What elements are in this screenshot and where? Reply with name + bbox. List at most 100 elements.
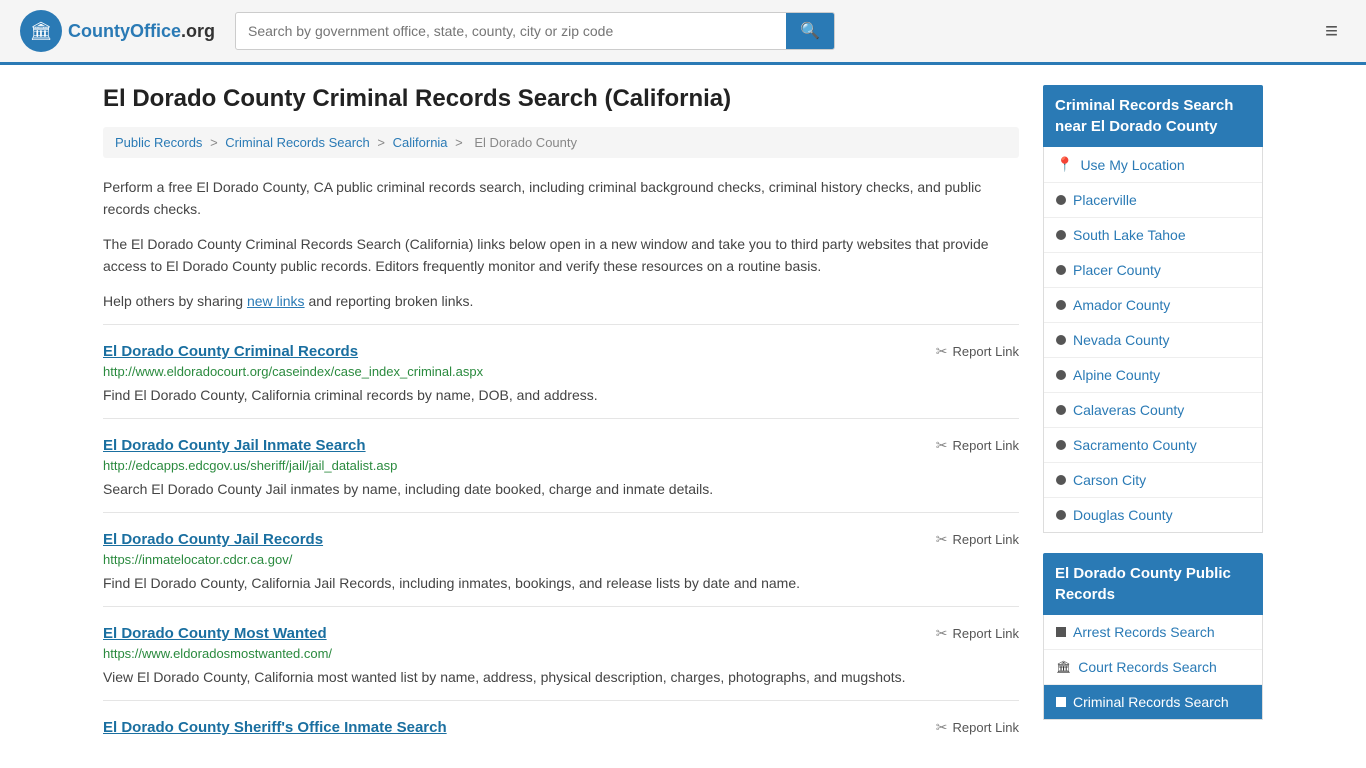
sidebar-nearby-link-5[interactable]: Nevada County <box>1073 332 1170 348</box>
description-3: Help others by sharing new links and rep… <box>103 290 1019 312</box>
building-icon-1: 🏛 <box>1056 660 1071 674</box>
sidebar-public-records-item-1[interactable]: 🏛 Court Records Search <box>1044 650 1262 685</box>
record-url-0[interactable]: http://www.eldoradocourt.org/caseindex/c… <box>103 364 1019 379</box>
sidebar-nearby-link-1[interactable]: Placerville <box>1073 192 1137 208</box>
page-container: El Dorado County Criminal Records Search… <box>83 65 1283 768</box>
sidebar-public-records-header: El Dorado County Public Records <box>1043 553 1263 615</box>
report-link-label-2: Report Link <box>953 532 1019 547</box>
sidebar-nearby-link-7[interactable]: Calaveras County <box>1073 402 1184 418</box>
square-icon-2 <box>1056 697 1066 707</box>
sidebar-nearby-item-9[interactable]: Carson City <box>1044 463 1262 498</box>
sidebar-public-records-link-1[interactable]: Court Records Search <box>1078 659 1217 675</box>
record-item-header: El Dorado County Most Wanted ✂ Report Li… <box>103 625 1019 642</box>
record-item-header: El Dorado County Jail Records ✂ Report L… <box>103 531 1019 548</box>
record-desc-2: Find El Dorado County, California Jail R… <box>103 573 1019 594</box>
breadcrumb-criminal-records-search[interactable]: Criminal Records Search <box>225 135 370 150</box>
sidebar-nearby-link-8[interactable]: Sacramento County <box>1073 437 1197 453</box>
report-icon-1: ✂ <box>936 437 948 454</box>
sidebar-public-records-section: El Dorado County Public Records Arrest R… <box>1043 553 1263 720</box>
sidebar-nearby-item-0[interactable]: 📍Use My Location <box>1044 147 1262 183</box>
report-link-3[interactable]: ✂ Report Link <box>936 625 1019 642</box>
report-link-label-0: Report Link <box>953 344 1019 359</box>
dot-icon-3 <box>1056 265 1066 275</box>
dot-icon-9 <box>1056 475 1066 485</box>
sidebar-nearby-link-9[interactable]: Carson City <box>1073 472 1146 488</box>
dot-icon-7 <box>1056 405 1066 415</box>
sidebar-nearby-header: Criminal Records Search near El Dorado C… <box>1043 85 1263 147</box>
description-2: The El Dorado County Criminal Records Se… <box>103 233 1019 278</box>
report-link-4[interactable]: ✂ Report Link <box>936 719 1019 736</box>
record-title-2[interactable]: El Dorado County Jail Records <box>103 531 323 548</box>
report-link-label-3: Report Link <box>953 626 1019 641</box>
sidebar-public-records-item-0[interactable]: Arrest Records Search <box>1044 615 1262 650</box>
report-link-label-1: Report Link <box>953 438 1019 453</box>
sidebar-nearby-item-6[interactable]: Alpine County <box>1044 358 1262 393</box>
sidebar: Criminal Records Search near El Dorado C… <box>1043 85 1263 748</box>
desc3-suffix: and reporting broken links. <box>305 293 474 309</box>
sidebar-nearby-item-10[interactable]: Douglas County <box>1044 498 1262 532</box>
logo-text: CountyOffice.org <box>68 21 215 42</box>
breadcrumb-sep-3: > <box>455 135 466 150</box>
dot-icon-10 <box>1056 510 1066 520</box>
search-input[interactable] <box>236 15 786 47</box>
record-title-3[interactable]: El Dorado County Most Wanted <box>103 625 327 642</box>
report-link-1[interactable]: ✂ Report Link <box>936 437 1019 454</box>
breadcrumb-california[interactable]: California <box>393 135 448 150</box>
sidebar-public-records-item-2[interactable]: Criminal Records Search <box>1044 685 1262 719</box>
dot-icon-2 <box>1056 230 1066 240</box>
sidebar-nearby-item-5[interactable]: Nevada County <box>1044 323 1262 358</box>
main-content: El Dorado County Criminal Records Search… <box>103 85 1019 748</box>
sidebar-public-records-link-0[interactable]: Arrest Records Search <box>1073 624 1215 640</box>
sidebar-nearby-item-3[interactable]: Placer County <box>1044 253 1262 288</box>
search-button[interactable]: 🔍 <box>786 13 834 49</box>
record-title-1[interactable]: El Dorado County Jail Inmate Search <box>103 437 366 454</box>
record-url-3[interactable]: https://www.eldoradosmostwanted.com/ <box>103 646 1019 661</box>
menu-button[interactable]: ≡ <box>1317 14 1346 48</box>
dot-icon-4 <box>1056 300 1066 310</box>
report-link-0[interactable]: ✂ Report Link <box>936 343 1019 360</box>
sidebar-nearby-item-8[interactable]: Sacramento County <box>1044 428 1262 463</box>
sidebar-nearby-item-2[interactable]: South Lake Tahoe <box>1044 218 1262 253</box>
logo-icon: 🏛 <box>20 10 62 52</box>
sidebar-nearby-link-0[interactable]: Use My Location <box>1080 157 1184 173</box>
record-title-0[interactable]: El Dorado County Criminal Records <box>103 343 358 360</box>
record-item: El Dorado County Jail Records ✂ Report L… <box>103 512 1019 606</box>
new-links-link[interactable]: new links <box>247 293 305 309</box>
sidebar-nearby-link-10[interactable]: Douglas County <box>1073 507 1173 523</box>
records-list: El Dorado County Criminal Records ✂ Repo… <box>103 324 1019 748</box>
description-1: Perform a free El Dorado County, CA publ… <box>103 176 1019 221</box>
sidebar-nearby-item-4[interactable]: Amador County <box>1044 288 1262 323</box>
record-url-1[interactable]: http://edcapps.edcgov.us/sheriff/jail/ja… <box>103 458 1019 473</box>
breadcrumb-public-records[interactable]: Public Records <box>115 135 202 150</box>
sidebar-nearby-link-6[interactable]: Alpine County <box>1073 367 1160 383</box>
record-item: El Dorado County Jail Inmate Search ✂ Re… <box>103 418 1019 512</box>
record-title-4[interactable]: El Dorado County Sheriff's Office Inmate… <box>103 719 447 736</box>
desc3-prefix: Help others by sharing <box>103 293 247 309</box>
logo[interactable]: 🏛 CountyOffice.org <box>20 10 215 52</box>
breadcrumb: Public Records > Criminal Records Search… <box>103 127 1019 158</box>
breadcrumb-sep-1: > <box>210 135 221 150</box>
sidebar-nearby-item-1[interactable]: Placerville <box>1044 183 1262 218</box>
report-link-label-4: Report Link <box>953 720 1019 735</box>
record-desc-3: View El Dorado County, California most w… <box>103 667 1019 688</box>
report-link-2[interactable]: ✂ Report Link <box>936 531 1019 548</box>
sidebar-public-records-link-2[interactable]: Criminal Records Search <box>1073 694 1229 710</box>
dot-icon-8 <box>1056 440 1066 450</box>
site-header: 🏛 CountyOffice.org 🔍 ≡ <box>0 0 1366 65</box>
record-item-header: El Dorado County Sheriff's Office Inmate… <box>103 719 1019 736</box>
report-icon-0: ✂ <box>936 343 948 360</box>
record-item-header: El Dorado County Criminal Records ✂ Repo… <box>103 343 1019 360</box>
dot-icon-6 <box>1056 370 1066 380</box>
record-desc-1: Search El Dorado County Jail inmates by … <box>103 479 1019 500</box>
dot-icon-5 <box>1056 335 1066 345</box>
sidebar-nearby-link-4[interactable]: Amador County <box>1073 297 1170 313</box>
breadcrumb-sep-2: > <box>377 135 388 150</box>
sidebar-nearby-section: Criminal Records Search near El Dorado C… <box>1043 85 1263 533</box>
record-url-2[interactable]: https://inmatelocator.cdcr.ca.gov/ <box>103 552 1019 567</box>
sidebar-nearby-link-2[interactable]: South Lake Tahoe <box>1073 227 1186 243</box>
sidebar-nearby-body: 📍Use My Location Placerville South Lake Ta… <box>1043 147 1263 533</box>
sidebar-nearby-link-3[interactable]: Placer County <box>1073 262 1161 278</box>
sidebar-public-records-body: Arrest Records Search 🏛 Court Records Sear… <box>1043 615 1263 720</box>
sidebar-nearby-item-7[interactable]: Calaveras County <box>1044 393 1262 428</box>
dot-icon-1 <box>1056 195 1066 205</box>
